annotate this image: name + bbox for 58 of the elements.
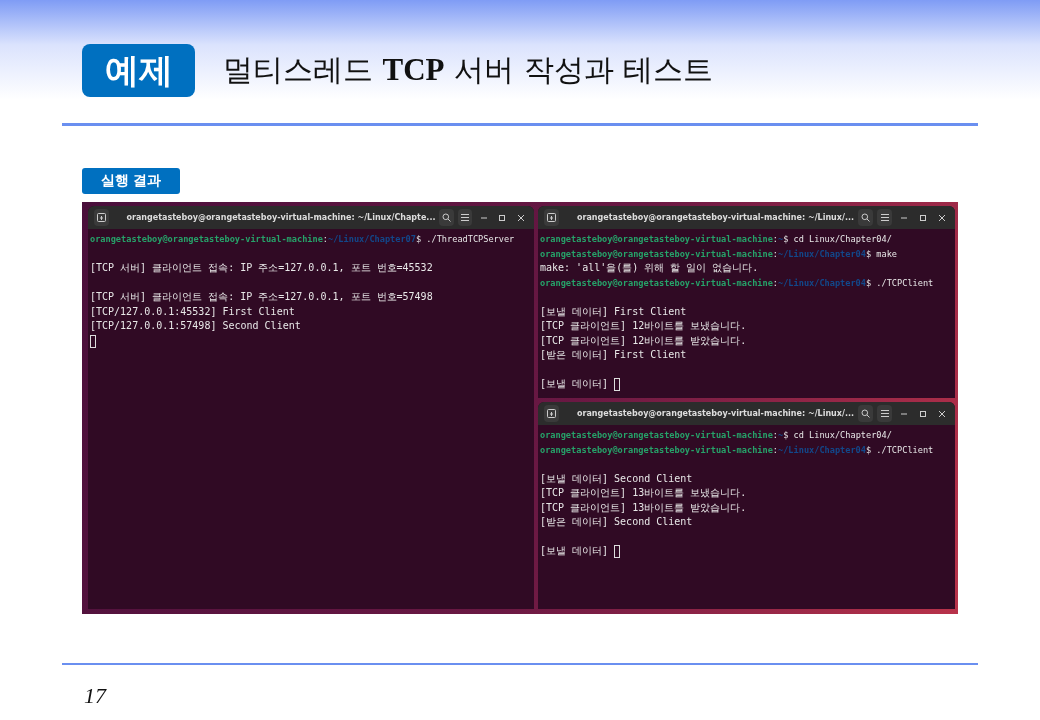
- minimize-icon: [900, 412, 907, 415]
- maximize-icon: [499, 214, 506, 221]
- menu-icon: [461, 214, 470, 221]
- prompt-line: orangetasteboy@orangetasteboy-virtual-machine:~/Linux/Chapter04$ ./TCPClient: [540, 443, 935, 457]
- cursor: [614, 544, 621, 558]
- menu-button[interactable]: [877, 209, 892, 226]
- maximize-icon: [919, 214, 926, 221]
- close-icon: [938, 410, 945, 417]
- new-tab-icon: [547, 409, 556, 418]
- window-title: orangetasteboy@orangetasteboy-virtual-machine: ~/Linux/...: [576, 409, 854, 418]
- menu-button[interactable]: [457, 209, 473, 226]
- search-icon: [442, 213, 452, 222]
- output-line: [TCP/127.0.0.1:45532] First Client: [90, 304, 296, 319]
- maximize-icon: [919, 410, 926, 417]
- output-line: make: 'all'을(를) 위해 할 일이 없습니다.: [540, 261, 760, 275]
- output-line: [TCP 클라이언트] 13바이트를 보냈습니다.: [540, 486, 748, 500]
- input-prompt: [보낼 데이터]: [540, 378, 609, 389]
- menu-icon: [880, 410, 889, 417]
- close-icon: [938, 214, 945, 221]
- input-prompt: [보낼 데이터]: [540, 545, 609, 556]
- menu-button[interactable]: [877, 405, 892, 422]
- output-line: [TCP/127.0.0.1:57498] Second Client: [90, 319, 302, 333]
- new-tab-icon: [96, 213, 106, 222]
- new-tab-icon: [547, 213, 556, 222]
- search-button[interactable]: [858, 209, 873, 226]
- output-line: [TCP 클라이언트] 12바이트를 받았습니다.: [540, 333, 748, 348]
- prompt-line: orangetasteboy@orangetasteboy-virtual-machine:~/Linux/Chapter04$ make: [540, 247, 899, 261]
- search-icon: [861, 213, 870, 222]
- prompt-line: orangetasteboy@orangetasteboy-virtual-machine:~$ cd Linux/Chapter04/: [540, 429, 893, 442]
- menu-icon: [880, 214, 889, 221]
- window-title: orangetasteboy@orangetasteboy-virtual-machine: ~/Linux/Chapte...: [125, 213, 436, 222]
- output-line: [TCP 서버] 클라이언트 접속: IP 주소=127.0.0.1, 포트 번호=57498: [90, 290, 434, 304]
- search-icon: [861, 409, 870, 418]
- cursor: [90, 334, 96, 348]
- output-line: [TCP 클라이언트] 12바이트를 보냈습니다.: [540, 319, 748, 333]
- section-label: 실행 결과: [82, 168, 180, 194]
- window-title: orangetasteboy@orangetasteboy-virtual-machine: ~/Linux/...: [576, 213, 854, 222]
- output-line: [TCP 클라이언트] 13바이트를 받았습니다.: [540, 500, 748, 515]
- new-tab-button[interactable]: [544, 209, 559, 226]
- output-line: [TCP 서버] 클라이언트 접속: IP 주소=127.0.0.1, 포트 번호=45532: [90, 261, 434, 275]
- output-line: [보낼 데이터] First Client: [540, 304, 688, 319]
- example-badge: 예제: [82, 44, 195, 97]
- new-tab-button[interactable]: [94, 209, 109, 226]
- search-button[interactable]: [439, 209, 454, 226]
- slide-title: 멀티스레드 TCP 서버 작성과 테스트: [223, 51, 714, 89]
- minimize-icon: [900, 216, 907, 219]
- search-button[interactable]: [858, 405, 873, 422]
- output-line: [받은 데이터] Second Client: [540, 515, 694, 529]
- page-number: 17: [84, 683, 108, 709]
- close-icon: [517, 214, 524, 221]
- output-line: [보낼 데이터] Second Client: [540, 471, 694, 486]
- minimize-icon: [480, 216, 487, 219]
- prompt-line: orangetasteboy@orangetasteboy-virtual-machine:~/Linux/Chapter04$ ./TCPClient: [540, 276, 935, 290]
- output-line: [받은 데이터] First Client: [540, 348, 688, 362]
- prompt-line: orangetasteboy@orangetasteboy-virtual-machine:~/Linux/Chapter07$ ./ThreadTCPServer: [90, 233, 516, 246]
- new-tab-button[interactable]: [544, 405, 559, 422]
- cursor: [614, 377, 621, 391]
- prompt-line: orangetasteboy@orangetasteboy-virtual-machine:~$ cd Linux/Chapter04/: [540, 233, 893, 246]
